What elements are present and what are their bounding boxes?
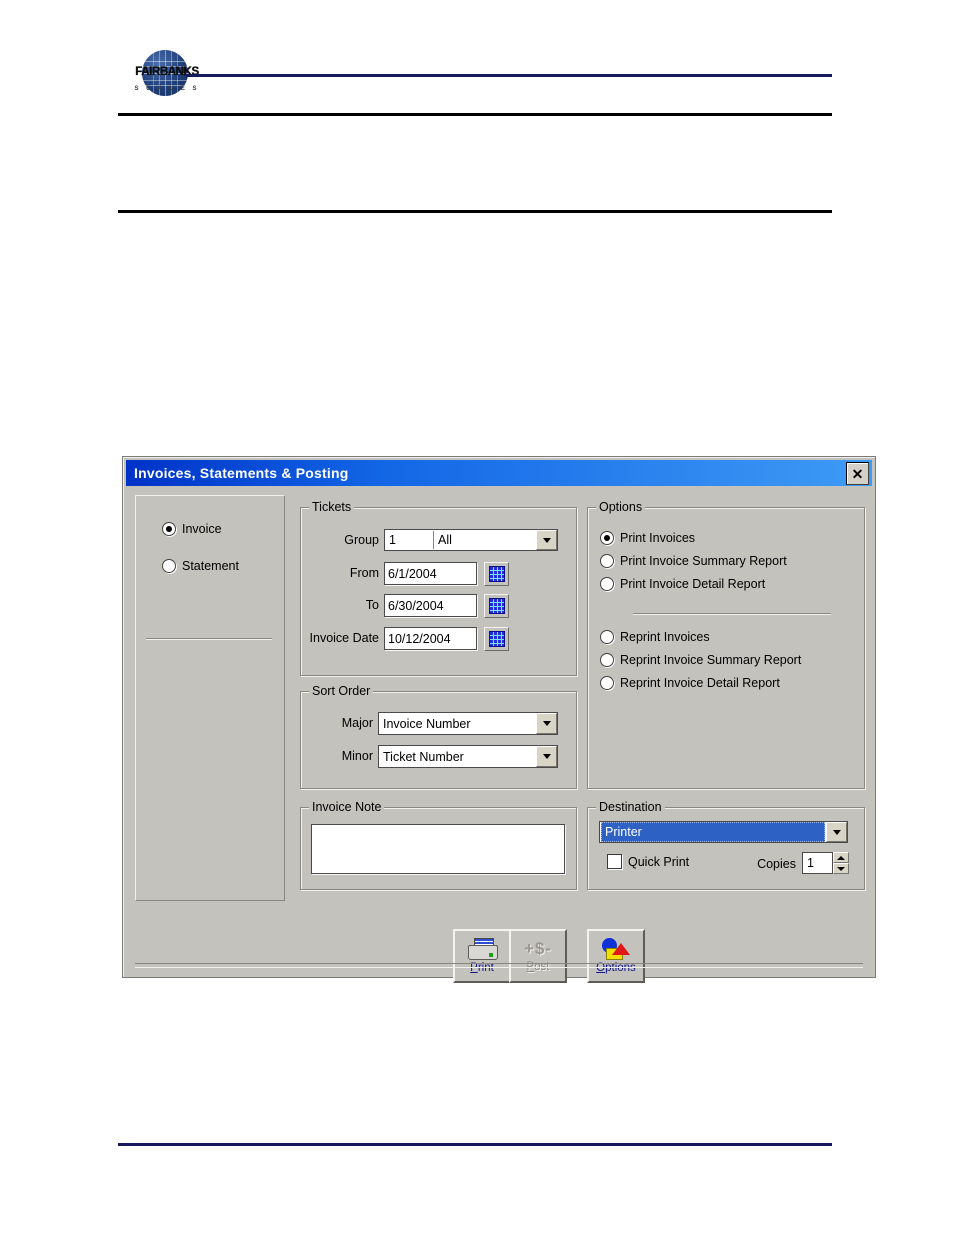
radio-invoice[interactable]: Invoice: [162, 522, 222, 536]
radio-statement[interactable]: Statement: [162, 559, 239, 573]
copies-stepper-down[interactable]: [833, 863, 849, 874]
radio-reprint-invoices-label: Reprint Invoices: [620, 630, 710, 644]
radio-print-invoice-detail-report-label: Print Invoice Detail Report: [620, 577, 766, 591]
destination-chevron-down-icon[interactable]: [826, 822, 847, 842]
options-legend: Options: [596, 500, 646, 514]
radio-print-invoices[interactable]: Print Invoices: [600, 531, 695, 545]
radio-reprint-invoices-dot: [600, 630, 614, 644]
logo-subtitle: S C A L E S: [134, 86, 200, 92]
radio-invoice-dot: [162, 522, 176, 536]
to-calendar-icon[interactable]: [484, 594, 509, 618]
invoice-note-input[interactable]: [311, 824, 565, 874]
copies-stepper[interactable]: [833, 852, 849, 874]
major-label: Major: [341, 716, 373, 730]
from-date-input[interactable]: 6/1/2004: [384, 562, 477, 585]
group-number-value: 1: [389, 533, 396, 547]
options-divider: [633, 613, 831, 615]
copies-stepper-up[interactable]: [833, 852, 849, 863]
major-sort-combo[interactable]: Invoice Number: [378, 712, 558, 735]
radio-reprint-invoices[interactable]: Reprint Invoices: [600, 630, 710, 644]
invoice-note-group: Invoice Note: [300, 800, 577, 890]
options-group: Options Print Invoices Print Invoice Sum…: [587, 500, 865, 789]
tickets-legend: Tickets: [309, 500, 355, 514]
post-button[interactable]: +$- Post: [509, 929, 567, 983]
invoice-date-label: Invoice Date: [309, 631, 379, 645]
minor-label: Minor: [341, 749, 373, 763]
shapes-icon: [602, 938, 630, 960]
minor-sort-value: Ticket Number: [383, 749, 464, 764]
radio-print-invoice-summary-report[interactable]: Print Invoice Summary Report: [600, 554, 787, 568]
invoice-note-legend: Invoice Note: [309, 800, 385, 814]
quick-print-checkbox[interactable]: Quick Print: [607, 854, 689, 869]
document-type-panel: Invoice Statement: [135, 495, 285, 901]
major-sort-value: Invoice Number: [383, 716, 471, 731]
radio-invoice-label: Invoice: [182, 522, 222, 536]
invoice-date-input[interactable]: 10/12/2004: [384, 627, 477, 650]
radio-reprint-invoice-summary-report-dot: [600, 653, 614, 667]
group-chevron-down-icon[interactable]: [536, 530, 557, 550]
major-chevron-down-icon[interactable]: [536, 713, 557, 734]
destination-combo[interactable]: Printer: [599, 821, 848, 843]
options-button[interactable]: Options: [587, 929, 645, 983]
to-label: To: [365, 598, 379, 612]
radio-print-invoice-detail-report[interactable]: Print Invoice Detail Report: [600, 577, 765, 591]
radio-reprint-invoice-summary-report[interactable]: Reprint Invoice Summary Report: [600, 653, 801, 667]
group-combo[interactable]: 1 All: [384, 529, 558, 551]
to-date-input[interactable]: 6/30/2004: [384, 594, 477, 617]
printer-icon: [468, 938, 498, 960]
radio-print-invoices-label: Print Invoices: [620, 531, 696, 545]
radio-statement-dot: [162, 559, 176, 573]
dialog-title: Invoices, Statements & Posting: [134, 465, 349, 481]
from-calendar-icon[interactable]: [484, 562, 509, 586]
radio-reprint-invoice-detail-report[interactable]: Reprint Invoice Detail Report: [600, 676, 780, 690]
radio-print-invoice-summary-report-dot: [600, 554, 614, 568]
invoices-dialog: Invoices, Statements & Posting ✕ Invoice…: [122, 456, 876, 983]
dollar-icon: +$-: [523, 939, 553, 958]
page-rule-second: [118, 210, 832, 213]
radio-print-invoice-detail-report-dot: [600, 577, 614, 591]
page-rule-bottom: [118, 1143, 832, 1146]
radio-reprint-invoice-detail-report-label: Reprint Invoice Detail Report: [620, 676, 780, 690]
radio-print-invoices-dot: [600, 531, 614, 545]
tickets-group: Tickets Group 1 All From 6/1/2004 To 6/3…: [300, 500, 577, 676]
page-rule-top: [118, 113, 832, 116]
left-panel-divider: [146, 638, 272, 640]
from-label: From: [349, 566, 379, 580]
quick-print-label: Quick Print: [628, 854, 690, 869]
copies-label: Copies: [757, 857, 796, 871]
radio-statement-label: Statement: [182, 559, 239, 573]
copies-input[interactable]: 1: [802, 852, 833, 874]
radio-print-invoice-summary-report-label: Print Invoice Summary Report: [620, 554, 787, 568]
group-name-value: All: [438, 533, 452, 547]
dialog-body: Invoice Statement Tickets Group 1 All Fr…: [126, 489, 872, 983]
radio-reprint-invoice-detail-report-dot: [600, 676, 614, 690]
quick-print-checkbox-box: [607, 854, 622, 869]
group-label: Group: [344, 533, 379, 547]
destination-legend: Destination: [596, 800, 665, 814]
close-icon[interactable]: ✕: [846, 462, 869, 485]
dialog-titlebar: Invoices, Statements & Posting ✕: [126, 460, 872, 486]
sort-order-legend: Sort Order: [309, 684, 374, 698]
dialog-footer-divider: [135, 963, 863, 968]
minor-sort-combo[interactable]: Ticket Number: [378, 745, 558, 768]
print-button[interactable]: Print: [453, 929, 511, 983]
destination-value: Printer: [601, 822, 825, 842]
destination-group: Destination Printer Quick Print Copies 1: [587, 800, 865, 890]
sort-order-group: Sort Order Major Invoice Number Minor Ti…: [300, 684, 577, 789]
content-frame: Invoice Statement Tickets Group 1 All Fr…: [135, 495, 865, 901]
invoice-date-calendar-icon[interactable]: [484, 627, 509, 651]
minor-chevron-down-icon[interactable]: [536, 746, 557, 767]
radio-reprint-invoice-summary-report-label: Reprint Invoice Summary Report: [620, 653, 802, 667]
header-navy-rule: [186, 74, 832, 77]
